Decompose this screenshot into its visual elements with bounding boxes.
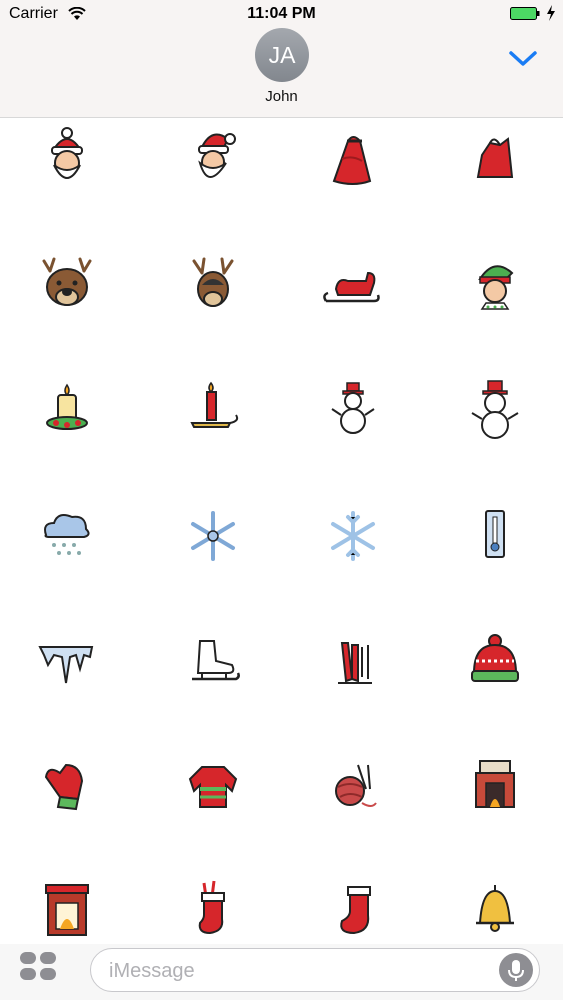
status-bar: Carrier 11:04 PM <box>0 0 563 28</box>
fireplace-red-icon <box>45 884 89 936</box>
reindeer-alt-icon <box>192 257 234 307</box>
stocking-red-sticker[interactable] <box>303 860 403 944</box>
charging-bolt-icon <box>547 5 555 21</box>
stocking-candy-icon <box>198 880 225 935</box>
golden-bell-sticker[interactable] <box>445 860 545 944</box>
fireplace-icon <box>475 760 515 808</box>
elf-face-sticker[interactable] <box>445 236 545 336</box>
battery-icon <box>510 7 540 20</box>
fireplace-lit-sticker[interactable] <box>445 736 545 836</box>
snowman-hat-icon <box>471 380 519 439</box>
santa-face-beard-icon <box>198 133 236 178</box>
skis-sticker[interactable] <box>303 612 403 712</box>
reindeer-face-alt-sticker[interactable] <box>163 236 263 336</box>
snowflake-icon <box>191 511 235 561</box>
stocking-candy-sticker[interactable] <box>163 860 263 944</box>
message-field[interactable] <box>90 948 540 993</box>
mic-button[interactable] <box>499 953 533 987</box>
santa-face-sticker[interactable] <box>17 118 117 210</box>
snowflake-light-sticker[interactable] <box>303 486 403 586</box>
contact-name[interactable]: John <box>0 88 563 105</box>
sleigh-sticker[interactable] <box>303 236 403 336</box>
message-input[interactable] <box>107 949 491 993</box>
winter-hat-icon <box>471 634 519 682</box>
snowflake-light-icon <box>331 511 375 561</box>
yarn-ball-sticker[interactable] <box>303 736 403 836</box>
app-drawer-icon[interactable] <box>20 952 58 982</box>
yarn-ball-icon <box>335 764 377 807</box>
sticker-grid <box>0 118 563 944</box>
christmas-candle-sticker[interactable] <box>17 360 117 460</box>
icicle-sticker[interactable] <box>17 612 117 712</box>
contact-avatar[interactable]: JA <box>255 28 309 82</box>
mitten-icon <box>44 763 84 811</box>
microphone-icon <box>508 960 524 981</box>
red-gift-sack-sticker[interactable] <box>303 118 403 210</box>
skis-icon <box>338 642 372 684</box>
sweater-icon <box>188 766 238 808</box>
winter-hat-sticker[interactable] <box>445 612 545 712</box>
ugly-sweater-sticker[interactable] <box>163 736 263 836</box>
red-bag-sticker[interactable] <box>445 118 545 210</box>
reindeer-face-sticker[interactable] <box>17 236 117 336</box>
snowman-top-hat-sticker[interactable] <box>445 360 545 460</box>
reindeer-icon <box>42 257 92 306</box>
ice-skate-icon <box>192 640 240 681</box>
fireplace-red-sticker[interactable] <box>17 860 117 944</box>
bell-icon <box>476 885 514 932</box>
thermometer-icon <box>485 510 505 558</box>
conversation-header: Carrier 11:04 PM JA John <box>0 0 563 118</box>
elf-icon <box>478 265 514 310</box>
santa-face-beard-sticker[interactable] <box>163 118 263 210</box>
candle-holder-sticker[interactable] <box>163 360 263 460</box>
gift-sack-icon <box>332 136 372 185</box>
sleigh-icon <box>323 271 380 303</box>
snowflake-blue-sticker[interactable] <box>163 486 263 586</box>
candle-holder-icon <box>190 381 239 428</box>
candle-wreath-icon <box>46 383 88 430</box>
snow-cloud-sticker[interactable] <box>17 486 117 586</box>
ice-skate-sticker[interactable] <box>163 612 263 712</box>
status-time: 11:04 PM <box>247 5 316 22</box>
snowman-small-sticker[interactable] <box>303 360 403 460</box>
red-bag-icon <box>476 137 514 178</box>
mitten-sticker[interactable] <box>17 736 117 836</box>
chevron-down-icon[interactable] <box>508 50 538 68</box>
stocking-icon <box>340 886 371 935</box>
thermometer-sticker[interactable] <box>445 486 545 586</box>
icicle-icon <box>38 646 94 684</box>
snowman-icon <box>331 382 375 434</box>
message-bar <box>0 944 563 1000</box>
snow-cloud-icon <box>44 514 90 555</box>
santa-face-icon <box>51 127 83 179</box>
